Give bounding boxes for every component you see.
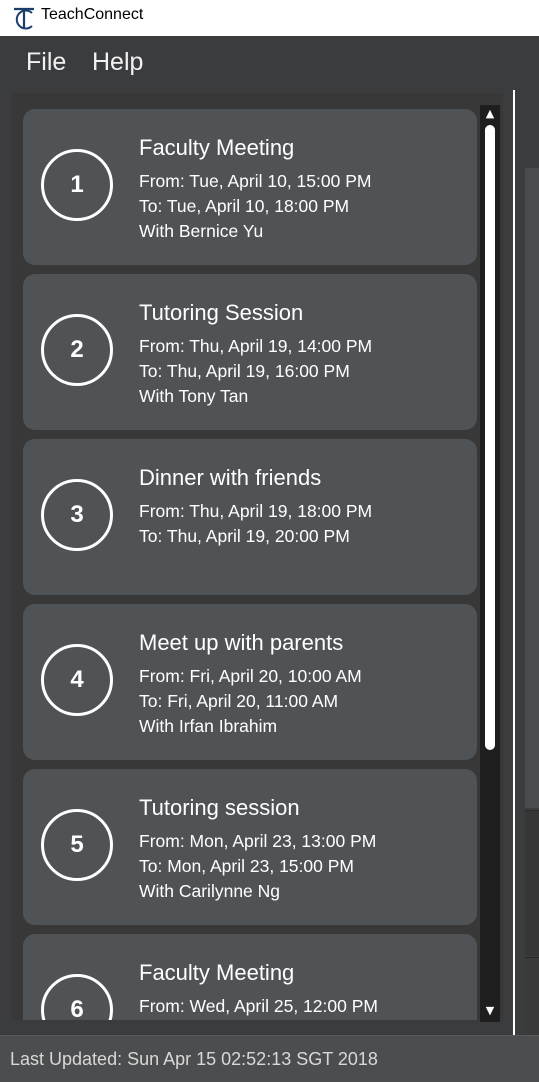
appointment-title: Tutoring session — [139, 795, 300, 820]
index-badge: 1 — [41, 149, 113, 221]
appointment-card[interactable]: 4 Meet up with parents From: Fri, April … — [23, 604, 477, 760]
appointment-title: Faculty Meeting — [139, 135, 295, 160]
status-bar: Last Updated: Sun Apr 15 02:52:13 SGT 20… — [0, 1035, 539, 1082]
appointment-card[interactable]: 5 Tutoring session From: Mon, April 23, … — [23, 769, 477, 925]
arrow-down-icon[interactable]: ▼ — [485, 1005, 495, 1017]
last-updated-text: Last Updated: Sun Apr 15 02:52:13 SGT 20… — [10, 1049, 378, 1069]
appointment-from: From: Mon, April 23, 13:00 PM — [139, 831, 377, 851]
side-panel — [525, 168, 539, 808]
vertical-scrollbar[interactable]: ▲ ▼ — [480, 105, 500, 1022]
appointment-title: Faculty Meeting — [139, 960, 295, 985]
appointment-from: From: Wed, April 25, 12:00 PM — [139, 996, 378, 1016]
appointment-to: To: Thu, April 19, 20:00 PM — [139, 526, 350, 546]
appointment-card[interactable]: 2 Tutoring Session From: Thu, April 19, … — [23, 274, 477, 430]
index-number: 2 — [70, 336, 84, 363]
appointment-from: From: Thu, April 19, 18:00 PM — [139, 501, 373, 521]
appointment-from: From: Tue, April 10, 15:00 PM — [139, 171, 372, 191]
appointment-to: To: Tue, April 10, 18:00 PM — [139, 196, 350, 216]
appointment-card[interactable]: 1 Faculty Meeting From: Tue, April 10, 1… — [23, 109, 477, 265]
teachconnect-logo-icon — [14, 7, 34, 30]
menu-bar: File Help — [0, 36, 539, 90]
appointment-from: From: Thu, April 19, 14:00 PM — [139, 336, 373, 356]
appointment-from: From: Fri, April 20, 10:00 AM — [139, 666, 362, 686]
index-number: 5 — [70, 831, 84, 858]
appointment-card[interactable]: 6 Faculty Meeting From: Wed, April 25, 1… — [23, 934, 477, 1020]
side-panel-lower — [525, 810, 539, 956]
appointment-with: With Bernice Yu — [139, 221, 264, 241]
index-number: 6 — [70, 996, 84, 1020]
app-title: TeachConnect — [41, 6, 144, 23]
arrow-up-icon[interactable]: ▲ — [485, 108, 495, 120]
index-number: 3 — [70, 501, 84, 528]
index-badge: 5 — [41, 809, 113, 881]
menu-file[interactable]: File — [26, 48, 66, 77]
appointment-to: To: Thu, April 19, 16:00 PM — [139, 361, 350, 381]
appointment-title: Meet up with parents — [139, 630, 344, 655]
scrollbar-thumb[interactable] — [485, 125, 495, 750]
index-number: 4 — [70, 666, 84, 693]
appointment-with: With Tony Tan — [139, 386, 249, 406]
index-badge: 2 — [41, 314, 113, 386]
menu-help[interactable]: Help — [92, 48, 143, 77]
title-bar: TeachConnect — [0, 0, 539, 36]
appointment-title: Dinner with friends — [139, 465, 322, 490]
index-badge: 6 — [41, 974, 113, 1020]
appointment-to: To: Fri, April 20, 11:00 AM — [139, 691, 339, 711]
index-badge: 3 — [41, 479, 113, 551]
side-panel-bottom — [525, 957, 539, 1036]
appointment-list[interactable]: 1 Faculty Meeting From: Tue, April 10, 1… — [11, 93, 503, 1020]
appointment-card[interactable]: 3 Dinner with friends From: Thu, April 1… — [23, 439, 477, 595]
index-badge: 4 — [41, 644, 113, 716]
appointment-with: With Irfan Ibrahim — [139, 716, 278, 736]
appointment-to: To: Mon, April 23, 15:00 PM — [139, 856, 354, 876]
appointment-with: With Carilynne Ng — [139, 881, 281, 901]
index-number: 1 — [70, 171, 84, 198]
panel-divider[interactable] — [513, 90, 515, 1035]
appointment-title: Tutoring Session — [139, 300, 304, 325]
